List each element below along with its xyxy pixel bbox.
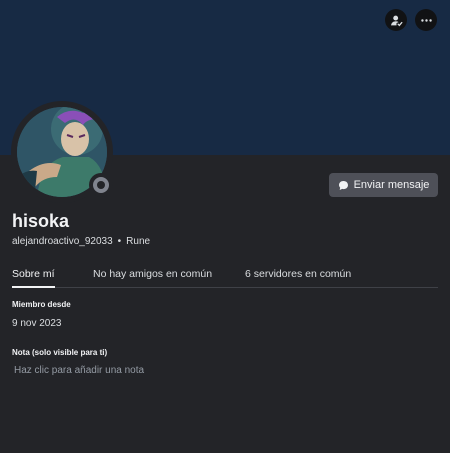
avatar-frame[interactable]: [11, 101, 113, 203]
send-message-button[interactable]: Enviar mensaje: [329, 173, 438, 197]
profile-top-actions: [385, 9, 437, 31]
add-friend-button[interactable]: [385, 9, 407, 31]
offline-status-icon: [93, 177, 109, 193]
tab-mutual-friends[interactable]: No hay amigos en común: [93, 268, 212, 280]
tab-about-me[interactable]: Sobre mí: [12, 268, 55, 288]
note-input[interactable]: Haz clic para añadir una nota: [12, 362, 272, 380]
note-label: Nota (solo visible para ti): [12, 348, 108, 357]
tab-mutual-servers[interactable]: 6 servidores en común: [245, 268, 351, 280]
user-profile-card: Enviar mensaje hisoka alejandroactivo_92…: [0, 0, 450, 453]
status-indicator: [89, 173, 113, 197]
member-since-value: 9 nov 2023: [12, 318, 62, 329]
username-line: alejandroactivo_92033 • Rune: [12, 236, 150, 247]
separator-dot: •: [117, 236, 122, 247]
username[interactable]: alejandroactivo_92033: [12, 236, 113, 247]
send-message-label: Enviar mensaje: [353, 179, 430, 191]
add-friend-icon: [390, 15, 402, 26]
server-tag[interactable]: Rune: [126, 236, 150, 247]
profile-tabs: Sobre mí No hay amigos en común 6 servid…: [12, 268, 438, 288]
message-bubble-icon: [338, 180, 348, 190]
display-name: hisoka: [12, 211, 70, 231]
more-options-button[interactable]: [415, 9, 437, 31]
more-options-icon: [420, 18, 432, 22]
member-since-label: Miembro desde: [12, 300, 71, 309]
